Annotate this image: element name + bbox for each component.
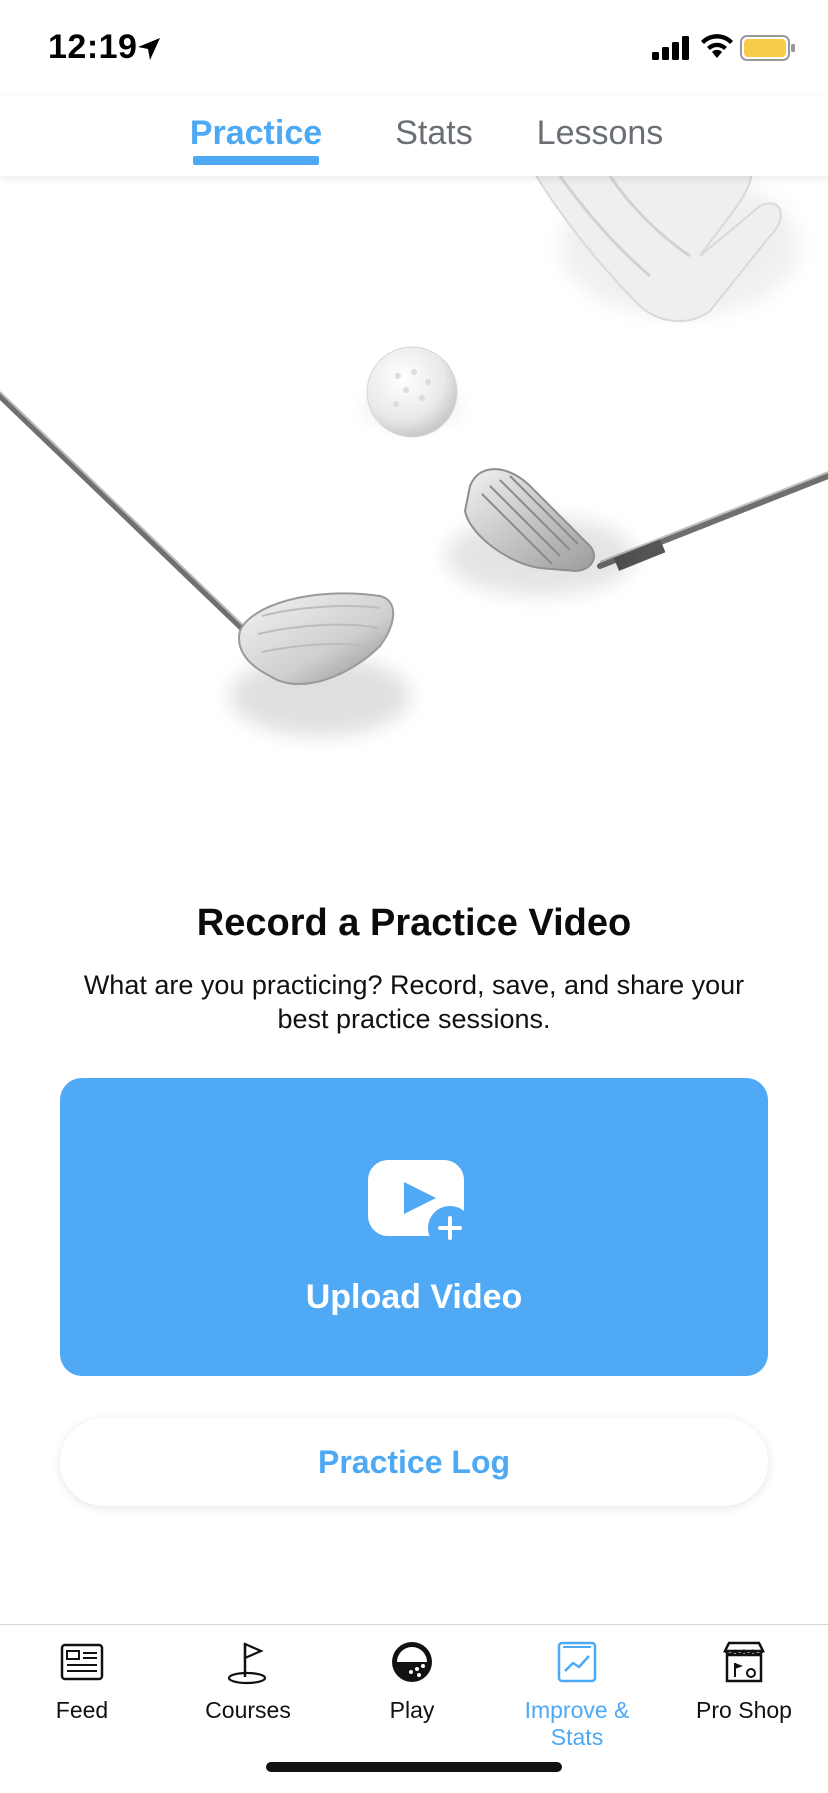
tab-stats[interactable]: Stats <box>384 114 484 153</box>
flag-icon <box>227 1642 267 1685</box>
feed-icon <box>60 1643 104 1681</box>
tab-play-label: Play <box>389 1697 435 1723</box>
tab-improve-stats-label: Improve & Stats <box>524 1697 630 1750</box>
tab-play[interactable]: Play <box>332 1639 492 1724</box>
home-indicator <box>266 1762 562 1772</box>
golf-equipment-illustration <box>0 176 828 816</box>
tab-courses-label: Courses <box>205 1697 291 1723</box>
tab-feed[interactable]: Feed <box>2 1639 162 1724</box>
status-time: 12:19 <box>48 28 138 66</box>
tab-practice[interactable]: Practice <box>188 114 324 153</box>
page-description: What are you practicing? Record, save, a… <box>83 970 745 1034</box>
status-bar: 12:19 <box>0 0 828 96</box>
tab-lessons[interactable]: Lessons <box>532 114 668 153</box>
driver-club <box>0 391 410 736</box>
top-tab-bar: Practice Stats Lessons <box>0 96 828 176</box>
video-add-icon <box>368 1160 472 1248</box>
upload-video-label: Upload Video <box>305 1278 523 1316</box>
active-tab-indicator <box>193 156 319 165</box>
upload-video-button[interactable]: Upload Video <box>60 1078 768 1376</box>
golf-glove <box>534 176 800 322</box>
location-arrow-icon <box>138 38 160 60</box>
shop-icon <box>722 1641 766 1683</box>
golf-ball <box>364 346 460 438</box>
tab-improve-stats[interactable]: Improve & Stats <box>497 1639 657 1751</box>
iron-club <box>445 468 828 596</box>
tab-feed-label: Feed <box>55 1697 109 1723</box>
golf-clubs-image <box>0 176 828 736</box>
tab-courses[interactable]: Courses <box>168 1639 328 1724</box>
wifi-icon <box>701 34 733 58</box>
golf-ball-icon <box>392 1642 432 1682</box>
tab-pro-shop-label: Pro Shop <box>696 1697 792 1723</box>
stats-chart-icon <box>557 1641 597 1683</box>
battery-icon <box>740 35 795 61</box>
cellular-signal-icon <box>652 36 689 60</box>
practice-log-button[interactable]: Practice Log <box>60 1418 768 1506</box>
page-title: Record a Practice Video <box>196 902 632 944</box>
tab-pro-shop[interactable]: Pro Shop <box>664 1639 824 1724</box>
